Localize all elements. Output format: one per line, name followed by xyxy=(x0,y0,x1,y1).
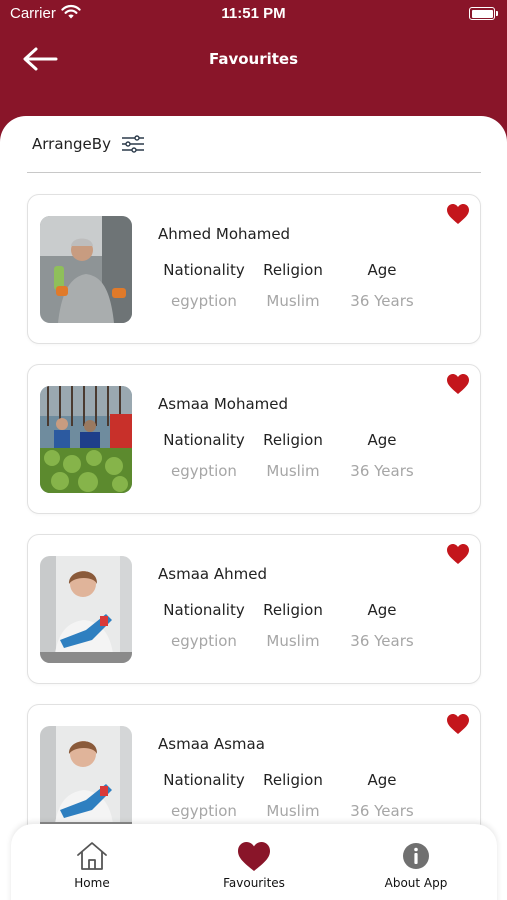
bottom-tab-bar: Home Favourites About App xyxy=(11,824,497,900)
tab-about-app[interactable]: About App xyxy=(351,840,481,890)
content-sheet: ArrangeBy Ahmed Mohamed Nationality egyp… xyxy=(0,116,507,900)
nationality-label: Nationality xyxy=(163,771,245,789)
home-icon xyxy=(77,842,107,870)
religion-value: Muslim xyxy=(266,632,320,650)
person-photo xyxy=(40,216,132,323)
religion-value: Muslim xyxy=(266,292,320,310)
heart-icon[interactable] xyxy=(446,373,470,395)
nationality-column: Nationality egyption xyxy=(154,431,254,480)
sliders-icon xyxy=(121,135,144,153)
tab-home[interactable]: Home xyxy=(27,840,157,890)
age-label: Age xyxy=(367,771,397,789)
age-value: 36 Years xyxy=(350,292,414,310)
age-label: Age xyxy=(367,431,397,449)
tab-home-label: Home xyxy=(74,876,110,890)
tab-favourites[interactable]: Favourites xyxy=(189,840,319,890)
nationality-label: Nationality xyxy=(163,261,245,279)
nationality-column: Nationality egyption xyxy=(154,601,254,650)
person-photo xyxy=(40,386,132,493)
divider xyxy=(27,172,481,173)
tab-about-label: About App xyxy=(384,876,448,890)
religion-column: Religion Muslim xyxy=(243,261,343,310)
age-value: 36 Years xyxy=(350,632,414,650)
age-label: Age xyxy=(367,601,397,619)
person-card[interactable]: Asmaa Ahmed Nationality egyption Religio… xyxy=(27,534,481,684)
age-column: Age 36 Years xyxy=(332,771,432,820)
heart-icon[interactable] xyxy=(446,713,470,735)
clock: 11:51 PM xyxy=(221,5,286,22)
age-column: Age 36 Years xyxy=(332,601,432,650)
person-name: Asmaa Asmaa xyxy=(158,735,265,753)
age-label: Age xyxy=(367,261,397,279)
religion-value: Muslim xyxy=(266,802,320,820)
person-photo xyxy=(40,556,132,663)
nationality-value: egyption xyxy=(171,802,237,820)
heart-icon[interactable] xyxy=(446,543,470,565)
page-title: Favourites xyxy=(208,50,299,68)
religion-label: Religion xyxy=(263,261,323,279)
person-card[interactable]: Ahmed Mohamed Nationality egyption Relig… xyxy=(27,194,481,344)
age-value: 36 Years xyxy=(350,802,414,820)
battery-icon xyxy=(469,7,498,20)
nationality-label: Nationality xyxy=(163,431,245,449)
nationality-value: egyption xyxy=(171,292,237,310)
favourites-list: Ahmed Mohamed Nationality egyption Relig… xyxy=(27,194,481,874)
religion-label: Religion xyxy=(263,431,323,449)
nationality-column: Nationality egyption xyxy=(154,771,254,820)
religion-value: Muslim xyxy=(266,462,320,480)
person-name: Asmaa Mohamed xyxy=(158,395,289,413)
nationality-value: egyption xyxy=(171,632,237,650)
info-icon xyxy=(403,843,429,869)
tab-favourites-label: Favourites xyxy=(223,876,285,890)
person-name: Asmaa Ahmed xyxy=(158,565,267,583)
nationality-column: Nationality egyption xyxy=(154,261,254,310)
nationality-label: Nationality xyxy=(163,601,245,619)
status-bar: Carrier 11:51 PM xyxy=(0,0,507,30)
religion-label: Religion xyxy=(263,771,323,789)
religion-column: Religion Muslim xyxy=(243,771,343,820)
heart-icon[interactable] xyxy=(446,203,470,225)
arrange-by-button[interactable]: ArrangeBy xyxy=(32,134,145,154)
religion-column: Religion Muslim xyxy=(243,601,343,650)
nationality-value: egyption xyxy=(171,462,237,480)
arrange-by-label: ArrangeBy xyxy=(32,135,111,153)
person-name: Ahmed Mohamed xyxy=(158,225,291,243)
age-column: Age 36 Years xyxy=(332,261,432,310)
person-photo xyxy=(40,726,132,833)
religion-label: Religion xyxy=(263,601,323,619)
age-value: 36 Years xyxy=(350,462,414,480)
header: Favourites xyxy=(0,30,507,90)
religion-column: Religion Muslim xyxy=(243,431,343,480)
age-column: Age 36 Years xyxy=(332,431,432,480)
heart-icon xyxy=(238,842,270,871)
person-card[interactable]: Asmaa Mohamed Nationality egyption Relig… xyxy=(27,364,481,514)
